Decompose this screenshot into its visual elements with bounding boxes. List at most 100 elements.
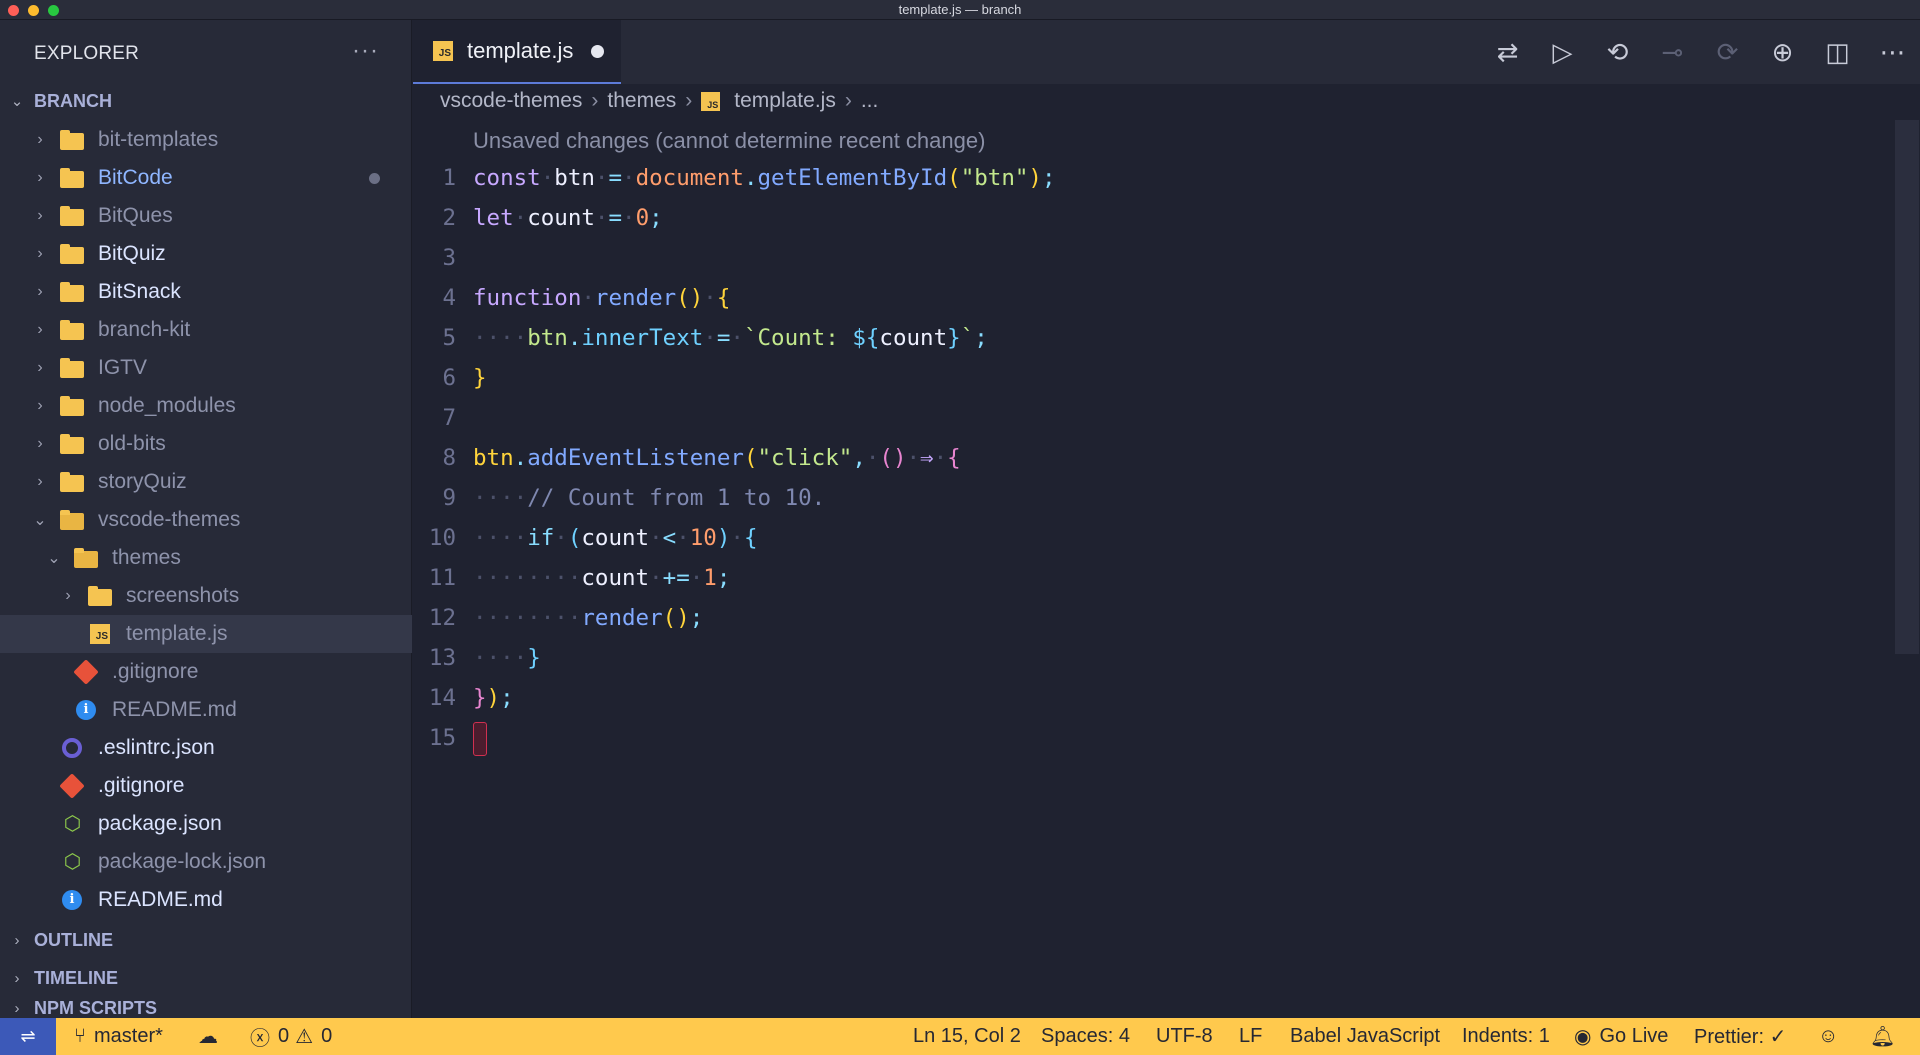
root-folder-header[interactable]: ⌄ BRANCH <box>0 84 412 118</box>
ellipsis-icon[interactable]: ··· <box>352 37 379 65</box>
feedback-icon[interactable]: ☺ <box>1818 1018 1838 1055</box>
split-editor-icon[interactable]: ◫ <box>1810 20 1865 84</box>
js-file-icon: JS <box>701 91 721 111</box>
chevron-right-icon: › <box>37 283 43 300</box>
git-lens-icon[interactable]: ⊕ <box>1755 20 1810 84</box>
folder-icon <box>60 358 84 378</box>
indents-status[interactable]: Indents: 1 <box>1462 1018 1550 1055</box>
prettier-status[interactable]: Prettier: ✓ <box>1694 1018 1786 1055</box>
git-compare-icon[interactable]: ⇄ <box>1480 20 1535 84</box>
chevron-right-icon: › <box>65 587 71 604</box>
tree-item-readme-root[interactable]: i README.md <box>0 881 412 919</box>
editor-scrollbar[interactable] <box>1895 120 1919 654</box>
branch-status[interactable]: ⑂ master* <box>74 1018 163 1055</box>
code-line[interactable]: 12 ········render(); <box>413 598 1893 638</box>
cloud-sync-icon[interactable]: ☁ <box>198 1018 218 1055</box>
chevron-right-icon: › <box>14 969 20 987</box>
tree-item-storyquiz[interactable]: › storyQuiz <box>0 463 412 501</box>
breadcrumb-item[interactable]: vscode-themes <box>440 89 582 113</box>
folder-icon <box>60 434 84 454</box>
tab-label: template.js <box>467 38 574 63</box>
code-line[interactable]: 7 <box>413 398 1893 438</box>
tree-item-bitques[interactable]: › BitQues <box>0 197 412 235</box>
tree-item-package-lock[interactable]: ⬡ package-lock.json <box>0 843 412 881</box>
code-line[interactable]: 11 ········count·+=·1; <box>413 558 1893 598</box>
breadcrumb: vscode-themes › themes › JS template.js … <box>413 84 1920 118</box>
more-actions-icon[interactable]: ⋯ <box>1865 20 1920 84</box>
tree-item-package-json[interactable]: ⬡ package.json <box>0 805 412 843</box>
tree-item-node-modules[interactable]: › node_modules <box>0 387 412 425</box>
breadcrumb-item[interactable]: ... <box>861 89 879 113</box>
tree-item-branch-kit[interactable]: › branch-kit <box>0 311 412 349</box>
tree-item-old-bits[interactable]: › old-bits <box>0 425 412 463</box>
tree-item-bitsnack[interactable]: › BitSnack <box>0 273 412 311</box>
code-line[interactable]: 4 function·render()·{ <box>413 278 1893 318</box>
line-number: 13 <box>428 645 456 671</box>
breadcrumb-item[interactable]: themes <box>607 89 676 113</box>
tree-item-themes[interactable]: ⌄ themes <box>0 539 412 577</box>
tree-item-bitquiz[interactable]: › BitQuiz <box>0 235 412 273</box>
go-back-icon[interactable]: ⟲ <box>1590 20 1645 84</box>
explorer-header: EXPLORER ··· <box>0 20 412 84</box>
tab-template-js[interactable]: JS template.js <box>413 20 621 84</box>
eslint-icon <box>60 738 84 758</box>
code-line[interactable]: 8 btn.addEventListener("click",·()·⇒·{ <box>413 438 1893 478</box>
indentation-status[interactable]: Spaces: 4 <box>1041 1018 1130 1055</box>
code-line[interactable]: 6} <box>413 358 1893 398</box>
tree-item-readme[interactable]: i README.md <box>0 691 412 729</box>
code-line[interactable]: 10 ····if·(count·<·10)·{ <box>413 518 1893 558</box>
tree-item-gitignore-root[interactable]: .gitignore <box>0 767 412 805</box>
code-line[interactable]: 14}); <box>413 678 1893 718</box>
code-line[interactable]: 1 const·btn·=·document.getElementById("bt… <box>413 158 1893 198</box>
breadcrumb-item[interactable]: template.js <box>734 89 836 113</box>
problems-status[interactable]: ⓧ 0 ⚠ 0 <box>250 1018 332 1055</box>
encoding-status[interactable]: UTF-8 <box>1156 1018 1213 1055</box>
explorer-sidebar: EXPLORER ··· ⌄ BRANCH › bit-templates › … <box>0 20 412 1018</box>
folder-open-icon <box>74 548 98 568</box>
tree-item-eslintrc[interactable]: .eslintrc.json <box>0 729 412 767</box>
chevron-right-icon: › <box>37 473 43 490</box>
tree-item-bitcode[interactable]: › BitCode <box>0 159 412 197</box>
title-bar: template.js — branch <box>0 0 1920 20</box>
tree-item-template-js[interactable]: JS template.js <box>0 615 412 653</box>
language-mode[interactable]: Babel JavaScript <box>1290 1018 1440 1055</box>
git-icon <box>59 773 85 799</box>
outline-label: OUTLINE <box>34 929 113 950</box>
unsaved-dot-icon[interactable] <box>591 44 605 58</box>
timeline-section[interactable]: › TIMELINE <box>0 961 412 995</box>
chevron-right-icon: › <box>37 245 43 262</box>
run-icon[interactable]: ▷ <box>1535 20 1590 84</box>
code-line[interactable]: 13 ····} <box>413 638 1893 678</box>
remote-icon[interactable]: ⇌ <box>0 1018 56 1055</box>
editor-actions: ⇄ ▷ ⟲ ⊸ ⟳ ⊕ ◫ ⋯ <box>1480 20 1920 84</box>
warning-icon: ⚠ <box>295 1026 314 1048</box>
cursor-position[interactable]: Ln 15, Col 2 <box>913 1018 1021 1055</box>
chevron-down-icon: ⌄ <box>33 512 47 529</box>
outline-section[interactable]: › OUTLINE <box>0 923 412 957</box>
code-line[interactable]: 2 let·count·=·0; <box>413 198 1893 238</box>
commit-node-icon: ⊸ <box>1661 36 1684 67</box>
tree-item-screenshots[interactable]: › screenshots <box>0 577 412 615</box>
error-icon: ⓧ <box>250 1028 270 1050</box>
tree-item-gitignore[interactable]: .gitignore <box>0 653 412 691</box>
code-line[interactable]: 9 ····// Count from 1 to 10. <box>413 478 1893 518</box>
codelens-text[interactable]: Unsaved changes (cannot determine recent… <box>473 128 985 154</box>
explorer-title: EXPLORER <box>34 43 140 64</box>
window-title: template.js — branch <box>898 2 1022 17</box>
npm-scripts-section[interactable]: › NPM SCRIPTS <box>0 999 412 1018</box>
chevron-right-icon: › <box>591 89 599 112</box>
text-cursor <box>473 721 487 756</box>
notifications-bell-icon[interactable]: 🔔︎ <box>1870 1018 1895 1055</box>
code-line[interactable]: 15 <box>413 718 1893 758</box>
tree-item-bit-templates[interactable]: › bit-templates <box>0 121 412 159</box>
nodejs-icon: ⬡ <box>63 851 82 873</box>
line-number: 7 <box>442 405 456 431</box>
code-editor[interactable]: Unsaved changes (cannot determine recent… <box>413 118 1920 1018</box>
tree-item-igtv[interactable]: › IGTV <box>0 349 412 387</box>
code-line[interactable]: 3 <box>413 238 1893 278</box>
go-live-button[interactable]: ◉ Go Live <box>1574 1018 1668 1055</box>
chevron-right-icon: › <box>37 321 43 338</box>
tree-item-vscode-themes[interactable]: ⌄ vscode-themes <box>0 501 412 539</box>
code-line[interactable]: 5 ····btn.innerText·=·`Count: ${count}`; <box>413 318 1893 358</box>
eol-status[interactable]: LF <box>1239 1018 1262 1055</box>
